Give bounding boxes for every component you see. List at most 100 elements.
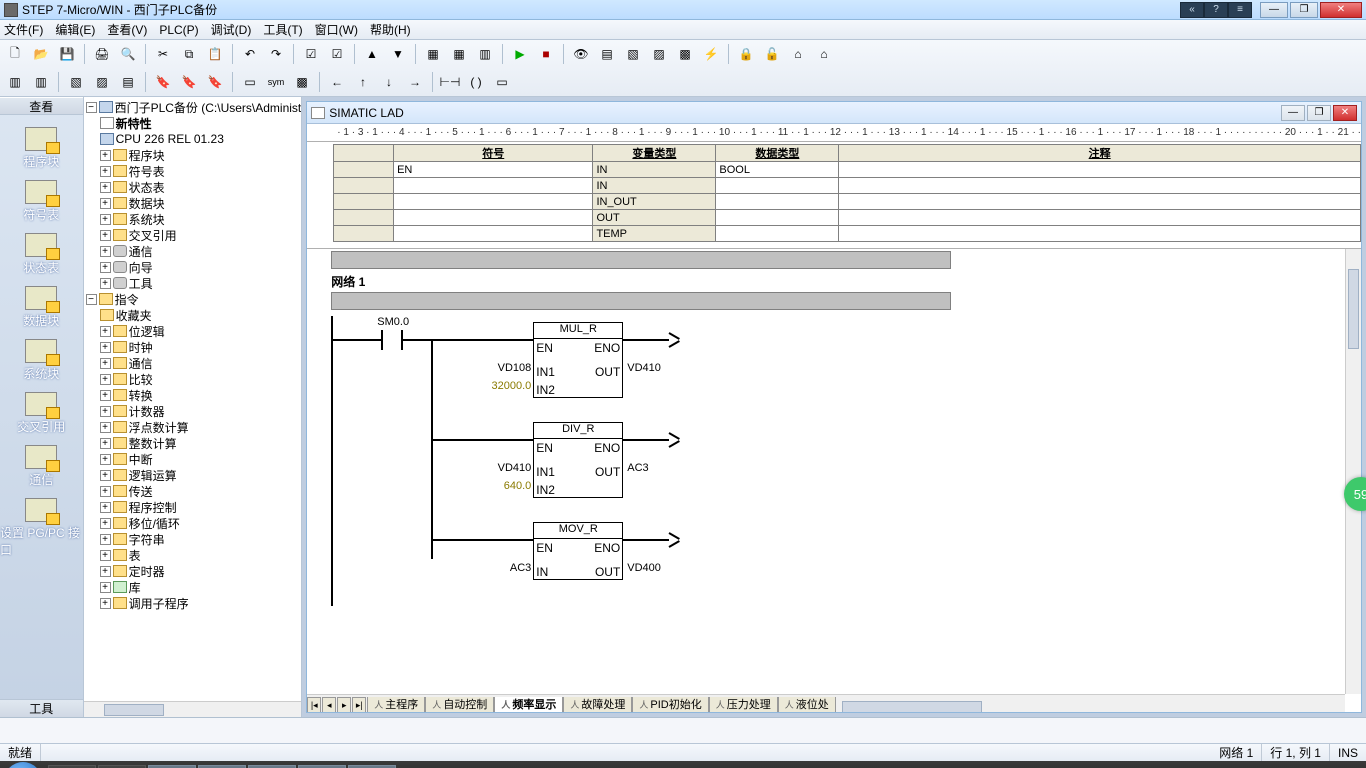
tb2-box-icon[interactable]: ▭: [491, 71, 513, 93]
ladder-hscrollbar[interactable]: |◂ ◂ ▸ ▸| 主程序 自动控制 频率显示 故障处理 PID初始化 压力处理…: [307, 694, 1345, 712]
tree-timer[interactable]: 定时器: [129, 563, 165, 580]
menu-window[interactable]: 窗口(W): [315, 21, 358, 38]
contact-normally-open[interactable]: [381, 330, 403, 350]
tb-print-icon[interactable]: 🖨: [91, 43, 113, 65]
table-row[interactable]: ENINBOOL: [334, 162, 1361, 178]
tb2-bookmark-icon[interactable]: ▤: [117, 71, 139, 93]
tab-level[interactable]: 液位处: [778, 697, 836, 713]
tb-run-icon[interactable]: ▶: [509, 43, 531, 65]
network-comment-bar[interactable]: [331, 292, 951, 310]
tb2-find-icon[interactable]: 🔖: [152, 71, 174, 93]
tree-data-block[interactable]: 数据块: [129, 195, 165, 212]
vt-h-vartype[interactable]: 变量类型: [593, 145, 716, 162]
tb-compile-icon[interactable]: ☑: [300, 43, 322, 65]
fb-mov-r[interactable]: MOV_R ENENO INOUT: [533, 522, 623, 580]
tree-program-block[interactable]: 程序块: [129, 147, 165, 164]
tb2-up-icon[interactable]: ↑: [352, 71, 374, 93]
tab-nav-prev[interactable]: ◂: [322, 697, 336, 713]
tree-call-sub[interactable]: 调用子程序: [129, 595, 189, 612]
tree-shift-rotate[interactable]: 移位/循环: [129, 515, 180, 532]
tb2-abs-icon[interactable]: ▥: [30, 71, 52, 93]
tb-save-icon[interactable]: 💾: [56, 43, 78, 65]
titlebar-help-menu-icon[interactable]: ≡: [1228, 2, 1252, 18]
tree-comm[interactable]: 通信: [129, 243, 153, 260]
start-button[interactable]: [4, 762, 42, 768]
tree-logic[interactable]: 逻辑运算: [129, 467, 177, 484]
ladder-window-close-button[interactable]: ✕: [1333, 105, 1357, 121]
tb2-symname-icon[interactable]: sym: [265, 71, 287, 93]
ladder-window-minimize-button[interactable]: —: [1281, 105, 1305, 121]
tree-library[interactable]: 库: [129, 579, 141, 596]
nav-cross-ref[interactable]: 交叉引用: [0, 392, 83, 435]
tb-key2-icon[interactable]: ⌂: [813, 43, 835, 65]
tree-favorites[interactable]: 收藏夹: [116, 307, 152, 324]
tb-status-icon[interactable]: ▧: [622, 43, 644, 65]
tree-status-table[interactable]: 状态表: [129, 179, 165, 196]
window-maximize-button[interactable]: ❐: [1290, 2, 1318, 18]
tree-int-math[interactable]: 整数计算: [129, 435, 177, 452]
tab-main[interactable]: 主程序: [367, 697, 425, 713]
window-close-button[interactable]: ✕: [1320, 2, 1362, 18]
tb-stop-icon[interactable]: ■: [535, 43, 557, 65]
tb-key-icon[interactable]: ⌂: [787, 43, 809, 65]
tab-pressure[interactable]: 压力处理: [709, 697, 778, 713]
tb-upload-icon[interactable]: ▲: [361, 43, 383, 65]
tree-program-control[interactable]: 程序控制: [129, 499, 177, 516]
tb-monitor-icon[interactable]: 👁: [570, 43, 592, 65]
tb2-right-icon[interactable]: →: [404, 71, 426, 93]
tb-open-icon[interactable]: 📂: [30, 43, 52, 65]
tree-system-block[interactable]: 系统块: [129, 211, 165, 228]
tree-instructions[interactable]: 指令: [115, 291, 139, 308]
tb2-contact-icon[interactable]: ⊢⊣: [439, 71, 461, 93]
tree-clock[interactable]: 时钟: [129, 339, 153, 356]
tb-lock-icon[interactable]: 🔒: [735, 43, 757, 65]
menu-help[interactable]: 帮助(H): [370, 21, 411, 38]
tb-paste-icon[interactable]: 📋: [204, 43, 226, 65]
tb2-sym-icon[interactable]: ▥: [4, 71, 26, 93]
tb-insert-network-icon[interactable]: ▦: [422, 43, 444, 65]
tb-compile-all-icon[interactable]: ☑: [326, 43, 348, 65]
tb-new-icon[interactable]: 🗋: [4, 43, 26, 65]
window-minimize-button[interactable]: —: [1260, 2, 1288, 18]
menu-tools[interactable]: 工具(T): [263, 21, 302, 38]
nav-footer[interactable]: 工具: [0, 699, 83, 717]
tab-freq[interactable]: 频率显示: [494, 697, 563, 713]
tb-unlock-icon[interactable]: 🔓: [761, 43, 783, 65]
tb-download-icon[interactable]: ▼: [387, 43, 409, 65]
tb-preview-icon[interactable]: 🔍: [117, 43, 139, 65]
tree-counter[interactable]: 计数器: [129, 403, 165, 420]
tree-bit-logic[interactable]: 位逻辑: [129, 323, 165, 340]
tb-chart-icon[interactable]: ▤: [596, 43, 618, 65]
tab-nav-last[interactable]: ▸|: [352, 697, 366, 713]
tab-nav-next[interactable]: ▸: [337, 697, 351, 713]
tb-redo-icon[interactable]: ↷: [265, 43, 287, 65]
tb-undo-icon[interactable]: ↶: [239, 43, 261, 65]
table-row[interactable]: IN: [334, 178, 1361, 194]
vt-h-symbol[interactable]: 符号: [394, 145, 593, 162]
tree-compare[interactable]: 比较: [129, 371, 153, 388]
vt-h-comment[interactable]: 注释: [839, 145, 1361, 162]
tab-nav-first[interactable]: |◂: [307, 697, 321, 713]
fb-mul-r[interactable]: MUL_R ENENO IN1OUT IN2: [533, 322, 623, 398]
nav-status-table[interactable]: 状态表: [0, 233, 83, 276]
tb2-view1-icon[interactable]: ▧: [65, 71, 87, 93]
tb2-left-icon[interactable]: ←: [326, 71, 348, 93]
tree-tools[interactable]: 工具: [129, 275, 153, 292]
tree-cross-ref[interactable]: 交叉引用: [129, 227, 177, 244]
vt-h-datatype[interactable]: 数据类型: [716, 145, 839, 162]
tb-force-icon[interactable]: ⚡: [700, 43, 722, 65]
nav-data-block[interactable]: 数据块: [0, 286, 83, 329]
tree-cpu[interactable]: CPU 226 REL 01.23: [116, 132, 224, 146]
ladder-canvas[interactable]: 网络 1 SM0.0 MUL_R ENENO: [307, 248, 1361, 712]
tb2-comment-icon[interactable]: ▭: [239, 71, 261, 93]
tree-float-math[interactable]: 浮点数计算: [129, 419, 189, 436]
tb2-next-icon[interactable]: 🔖: [178, 71, 200, 93]
tb-options-icon[interactable]: ▥: [474, 43, 496, 65]
table-row[interactable]: OUT: [334, 210, 1361, 226]
tb-read-icon[interactable]: ▨: [648, 43, 670, 65]
tree-interrupt[interactable]: 中断: [129, 451, 153, 468]
project-tree[interactable]: −西门子PLC备份 (C:\Users\Administ 新特性 CPU 226…: [84, 97, 302, 701]
tab-pid-init[interactable]: PID初始化: [632, 697, 708, 713]
tb-copy-icon[interactable]: ⧉: [178, 43, 200, 65]
table-row[interactable]: IN_OUT: [334, 194, 1361, 210]
